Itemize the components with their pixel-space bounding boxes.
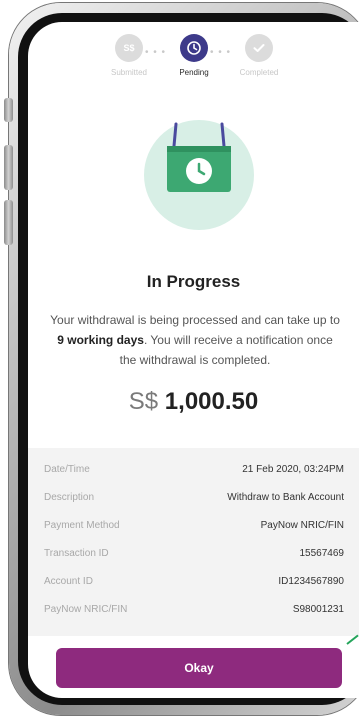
detail-value: Withdraw to Bank Account [227,492,344,503]
dollar-icon-text: S$ [123,43,135,53]
pending-illustration [144,120,254,230]
app-stage: S$ Submitted • • • Pending • • • Complet… [0,0,359,717]
detail-value: PayNow NRIC/FIN [260,520,344,531]
detail-label: Transaction ID [44,548,109,559]
step-label-pending: Pending [179,68,209,77]
volume-down-button [4,200,13,245]
status-description-pre: Your withdrawal is being processed and c… [50,313,340,327]
phone-screen: S$ Submitted • • • Pending • • • Complet… [28,22,359,698]
detail-label: Payment Method [44,520,120,531]
detail-label: PayNow NRIC/FIN [44,604,128,615]
status-title: In Progress [146,272,241,291]
transaction-details: Date/Time 21 Feb 2020, 03:24PM Descripti… [28,448,359,636]
detail-row-transaction-id: Transaction ID 15567469 [44,548,344,559]
okay-button[interactable]: Okay [56,648,342,688]
status-description-bold: 9 working days [57,333,144,347]
detail-value: 15567469 [299,548,345,559]
mute-switch [4,98,13,122]
withdrawal-amount: S$ 1,000.50 [28,388,359,416]
step-completed: Completed [224,34,294,77]
detail-label: Description [44,492,95,503]
detail-row-description: Description Withdraw to Bank Account [44,492,344,503]
clock-icon [180,34,208,62]
volume-up-button [4,145,13,190]
detail-row-account-id: Account ID ID1234567890 [44,576,344,587]
step-label-submitted: Submitted [110,68,148,77]
check-icon [245,34,273,62]
detail-value: ID1234567890 [278,576,344,587]
progress-stepper: S$ Submitted • • • Pending • • • Complet… [28,34,359,94]
hanging-clock-icon [167,122,231,192]
amount-value: 1,000.50 [164,388,259,415]
dollar-icon: S$ [115,34,143,62]
detail-value: 21 Feb 2020, 03:24PM [242,464,344,475]
detail-value: S98001231 [292,604,344,615]
status-description-post: . You will receive a notification once t… [119,333,333,367]
detail-row-paynow-nric: PayNow NRIC/FIN S98001231 [44,604,344,615]
detail-label: Account ID [44,576,93,587]
step-label-completed: Completed [239,68,279,77]
amount-currency: S$ [128,388,159,415]
detail-label: Date/Time [44,464,90,475]
detail-row-payment-method: Payment Method PayNow NRIC/FIN [44,520,344,531]
status-description: Your withdrawal is being processed and c… [50,310,340,370]
detail-row-datetime: Date/Time 21 Feb 2020, 03:24PM [44,464,344,475]
